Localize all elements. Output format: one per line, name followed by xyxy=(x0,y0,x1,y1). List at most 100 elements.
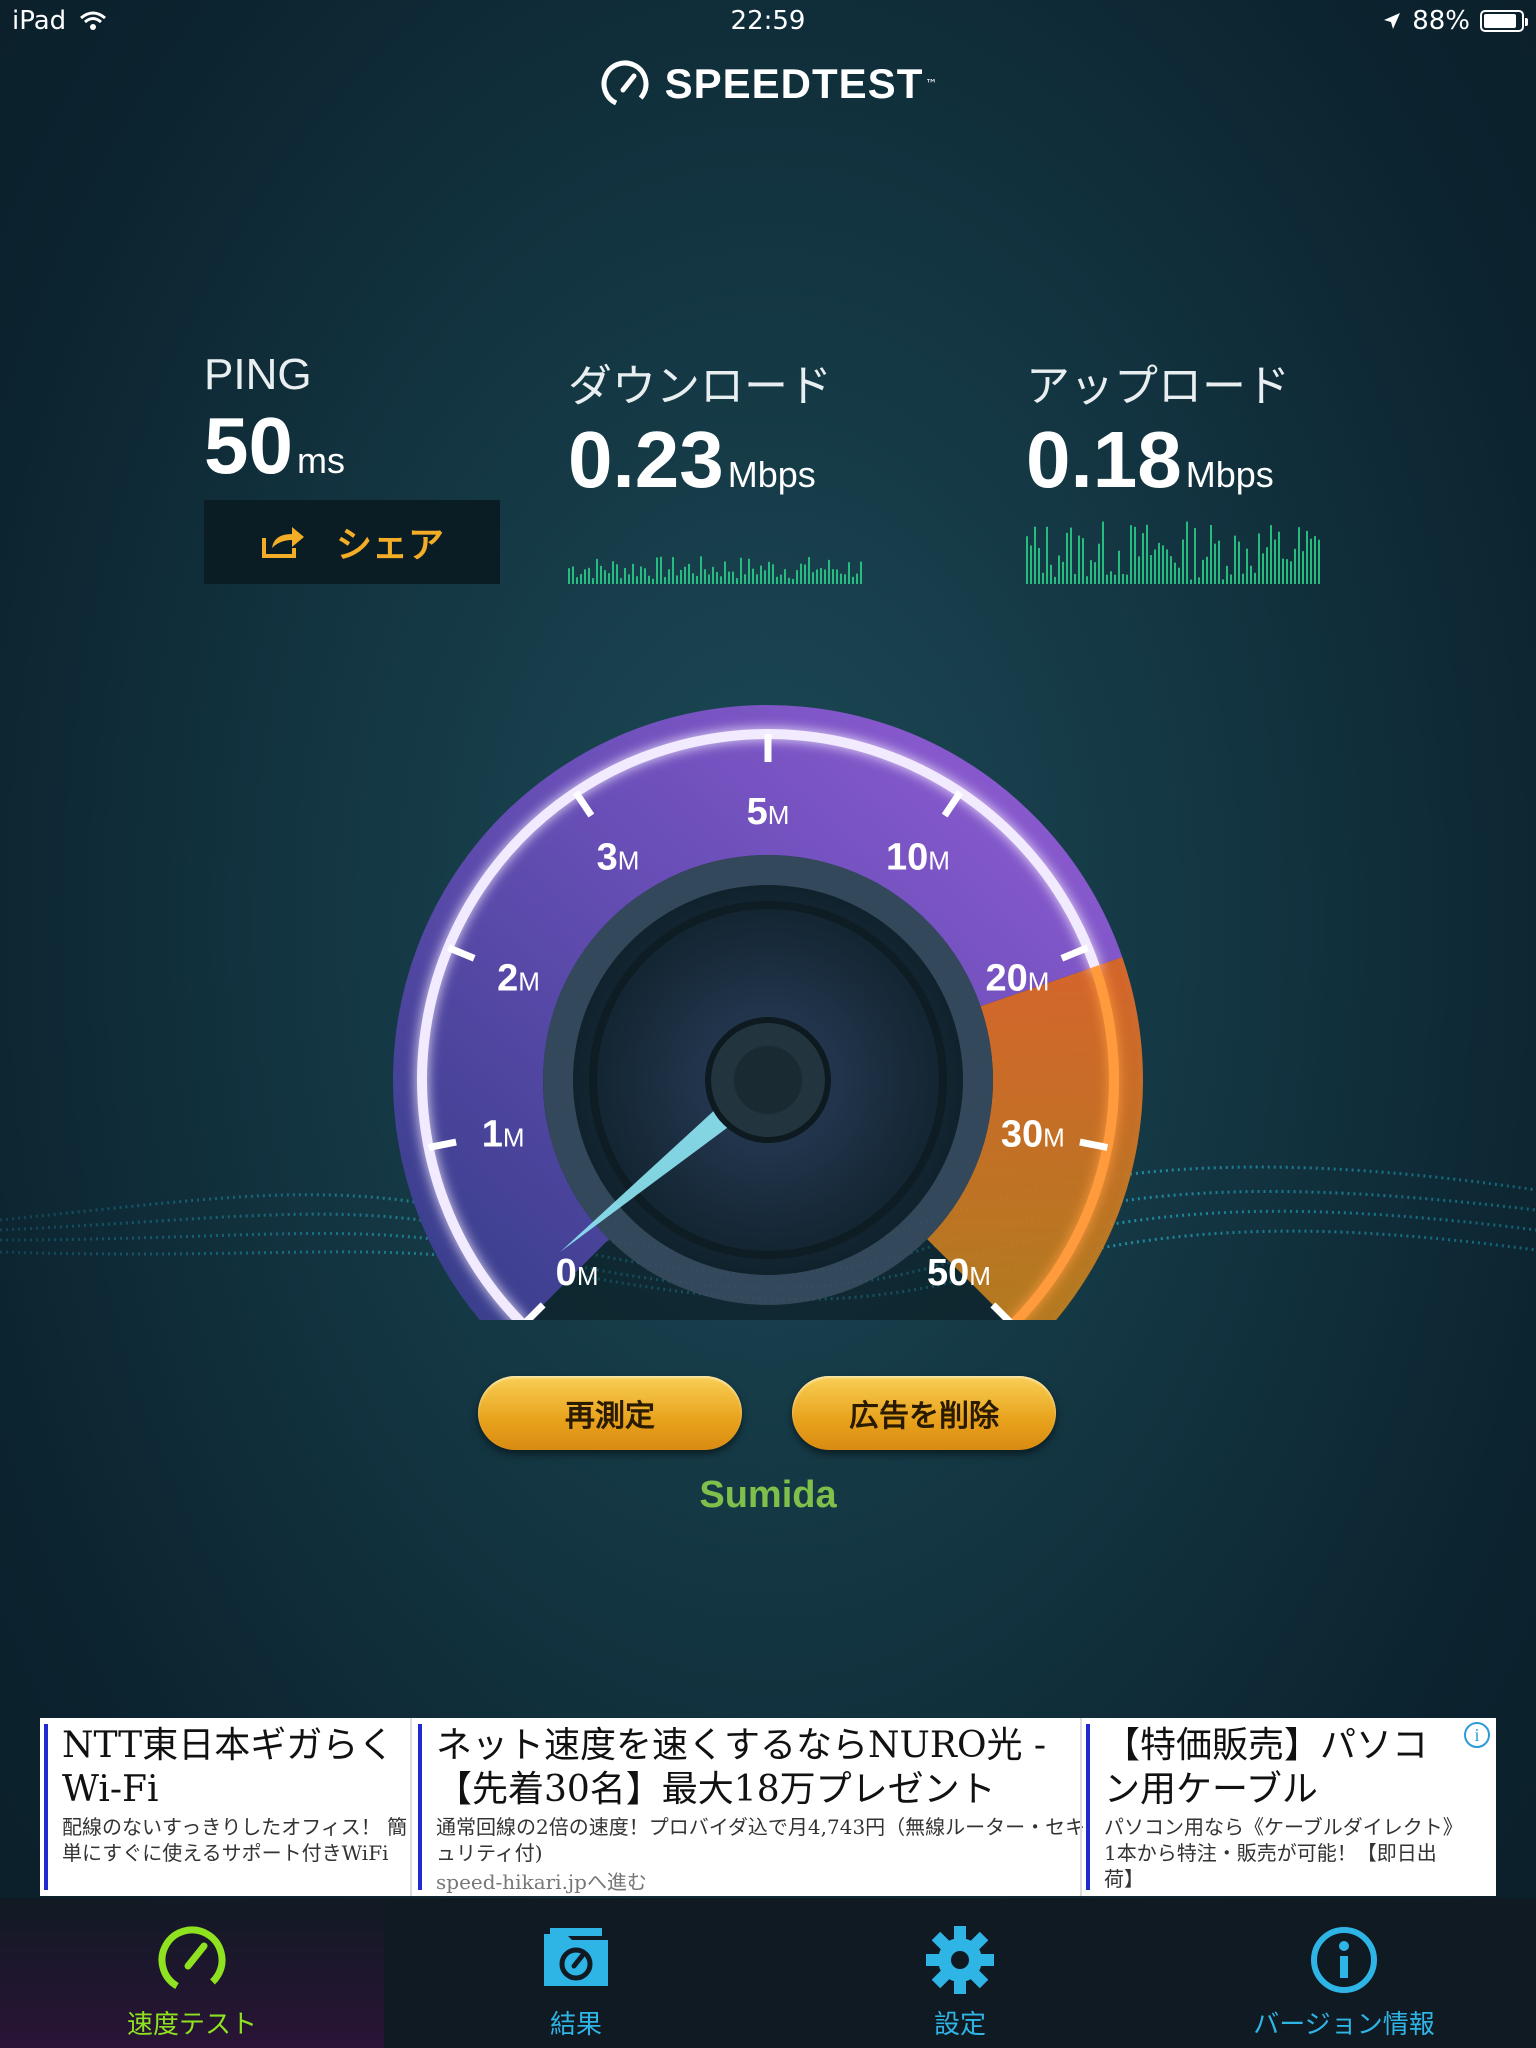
graph-bar xyxy=(1082,538,1084,584)
graph-bar xyxy=(1230,574,1232,584)
graph-bar xyxy=(700,556,702,584)
graph-bar xyxy=(1310,538,1312,584)
ad-info-icon[interactable]: i xyxy=(1464,1722,1490,1748)
ad-headline[interactable]: ネット速度を速くするならNURO光 - 【先着30名】最大18万プレゼント xyxy=(436,1724,1086,1812)
graph-bar xyxy=(596,558,598,584)
tab-label: 速度テスト xyxy=(126,2010,257,2040)
graph-bar xyxy=(1102,521,1104,584)
graph-bar xyxy=(648,575,650,584)
app-header: SPEEDTEST ™ xyxy=(0,54,1536,114)
graph-bar xyxy=(1118,550,1120,584)
graph-bar xyxy=(776,576,778,584)
graph-bar xyxy=(592,578,594,584)
tab-speed-test[interactable]: 速度テスト xyxy=(0,1898,384,2048)
graph-bar xyxy=(836,569,838,584)
graph-bar xyxy=(1318,539,1320,584)
graph-bar xyxy=(820,568,822,584)
graph-bar xyxy=(1170,556,1172,584)
upload-value: 0.18 xyxy=(1026,415,1182,504)
graph-bar xyxy=(1122,573,1124,584)
graph-bar xyxy=(728,571,730,584)
graph-bar xyxy=(616,564,618,584)
graph-bar xyxy=(692,573,694,584)
tab-about[interactable]: バージョン情報 xyxy=(1152,1898,1536,2048)
graph-bar xyxy=(1054,576,1056,584)
graph-bar xyxy=(1126,574,1128,584)
graph-bar xyxy=(720,576,722,584)
ad-headline[interactable]: NTT東日本ギガらくWi-Fi xyxy=(62,1724,416,1812)
ad-url[interactable]: speed-hikari.jpへ進む xyxy=(436,1866,1086,1895)
graph-bar xyxy=(1034,526,1036,584)
graph-bar xyxy=(848,562,850,584)
graph-bar xyxy=(1262,553,1264,584)
graph-bar xyxy=(1038,547,1040,584)
ping-unit: ms xyxy=(296,440,345,481)
graph-bar xyxy=(824,569,826,584)
graph-bar xyxy=(716,572,718,584)
graph-bar xyxy=(1074,573,1076,584)
download-unit: Mbps xyxy=(727,454,816,495)
graph-bar xyxy=(576,577,578,584)
graph-bar xyxy=(788,577,790,584)
ad-headline[interactable]: 【特価販売】パソコン用ケーブル xyxy=(1104,1724,1458,1812)
graph-bar xyxy=(1070,527,1072,584)
graph-bar xyxy=(1190,579,1192,584)
graph-bar xyxy=(1066,532,1068,584)
download-label: ダウンロード xyxy=(568,362,832,411)
graph-bar xyxy=(1306,530,1308,584)
graph-bar xyxy=(1130,525,1132,584)
graph-bar xyxy=(680,569,682,584)
graph-bar xyxy=(1030,545,1032,584)
graph-bar xyxy=(1266,547,1268,584)
share-button[interactable]: シェア xyxy=(204,500,500,584)
graph-bar xyxy=(656,557,658,584)
retest-button[interactable]: 再測定 xyxy=(478,1376,742,1450)
graph-bar xyxy=(792,578,794,584)
gear-icon xyxy=(926,1926,994,1994)
graph-bar xyxy=(684,566,686,584)
graph-bar xyxy=(708,574,710,584)
ad-banner[interactable]: NTT東日本ギガらくWi-Fi 配線のないすっきりしたオフィス！ 簡単にすぐに使… xyxy=(40,1718,1496,1896)
battery-fill xyxy=(1484,14,1516,28)
graph-bar xyxy=(652,578,654,584)
clock: 22:59 xyxy=(730,6,806,36)
graph-bar xyxy=(772,564,774,584)
ping-stat: PING 50 ms xyxy=(204,350,345,492)
graph-bar xyxy=(600,565,602,584)
graph-bar xyxy=(1146,524,1148,584)
graph-bar xyxy=(676,575,678,584)
graph-bar xyxy=(664,577,666,584)
graph-bar xyxy=(604,570,606,584)
graph-bar xyxy=(724,561,726,584)
graph-bar xyxy=(588,567,590,584)
tab-label: 結果 xyxy=(549,2010,602,2040)
graph-bar xyxy=(760,565,762,584)
graph-bar xyxy=(796,570,798,584)
status-bar: iPad 22:59 88% xyxy=(0,0,1536,42)
graph-bar xyxy=(1274,539,1276,584)
battery-percent: 88% xyxy=(1412,6,1470,36)
graph-bar xyxy=(816,569,818,584)
graph-bar xyxy=(584,569,586,584)
ad-item[interactable]: ネット速度を速くするならNURO光 - 【先着30名】最大18万プレゼント 通常… xyxy=(418,1724,1086,1894)
graph-bar xyxy=(808,557,810,584)
download-graph xyxy=(568,556,862,584)
graph-bar xyxy=(756,574,758,584)
graph-bar xyxy=(1234,535,1236,584)
graph-bar xyxy=(1218,540,1220,584)
graph-bar xyxy=(644,568,646,584)
upload-stat: アップロード 0.18 Mbps xyxy=(1026,350,1290,506)
graph-bar xyxy=(1106,574,1108,584)
ad-item[interactable]: NTT東日本ギガらくWi-Fi 配線のないすっきりしたオフィス！ 簡単にすぐに使… xyxy=(44,1724,416,1890)
ad-item[interactable]: 【特価販売】パソコン用ケーブル パソコン用なら《ケーブルダイレクト》1本から特注… xyxy=(1086,1724,1458,1891)
remove-ads-button[interactable]: 広告を削除 xyxy=(792,1376,1056,1450)
graph-bar xyxy=(612,561,614,584)
tab-results[interactable]: 結果 xyxy=(384,1898,768,2048)
tab-settings[interactable]: 設定 xyxy=(768,1898,1152,2048)
graph-bar xyxy=(1294,548,1296,584)
share-icon xyxy=(261,527,304,558)
ad-description: 通常回線の2倍の速度！プロバイダ込で月4,743円（無線ルーター・セキュリティ付… xyxy=(436,1815,1086,1865)
graph-bar xyxy=(752,568,754,584)
graph-bar xyxy=(1242,573,1244,584)
graph-bar xyxy=(572,566,574,584)
